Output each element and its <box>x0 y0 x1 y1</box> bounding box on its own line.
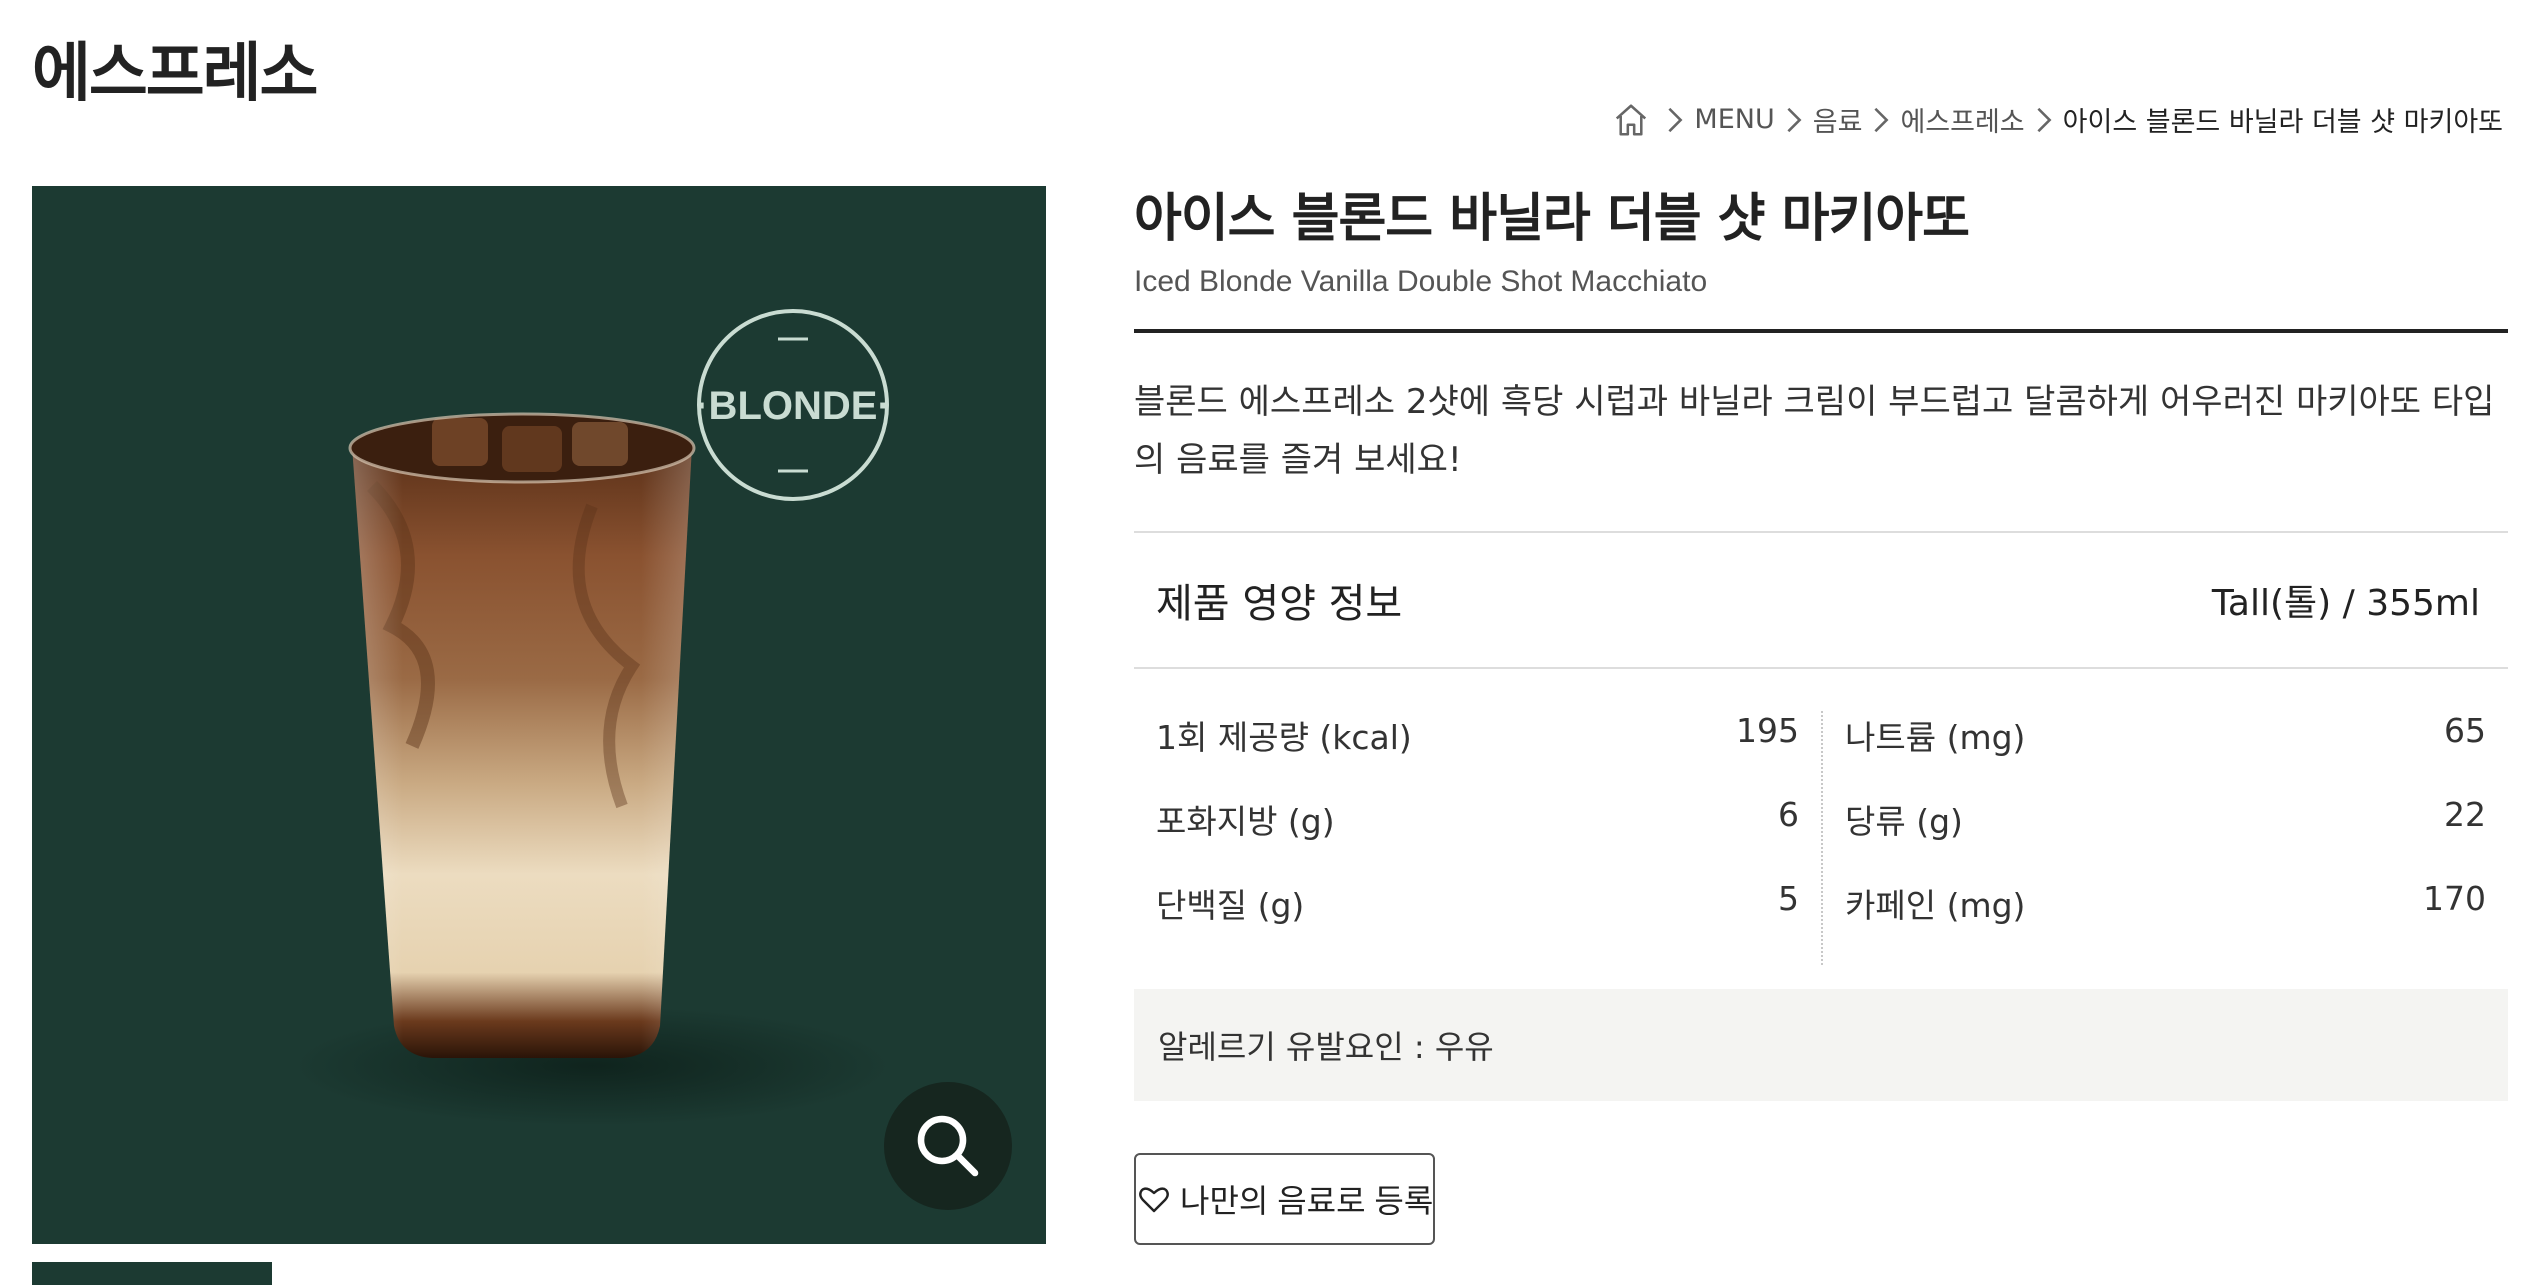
page-heading: 에스프레소 <box>32 37 318 111</box>
chevron-right-icon <box>1668 107 1683 132</box>
drink-illustration: ·BLONDE· <box>292 309 892 1126</box>
nutrition-value: 22 <box>2444 795 2486 834</box>
product-description: 블론드 에스프레소 2샷에 흑당 시럽과 바닐라 크림이 부드럽고 달콤하게 어… <box>1134 382 2495 480</box>
nutrition-value: 195 <box>1736 711 1799 750</box>
blonde-badge-text: ·BLONDE· <box>695 384 891 428</box>
nutrition-label: 포화지방 (g) <box>1156 802 1335 841</box>
nutrition-value: 5 <box>1778 879 1799 918</box>
nutrition-size: Tall(톨) / 355ml <box>2211 583 2480 624</box>
nutrition-label: 단백질 (g) <box>1156 886 1305 925</box>
nutrition-row: 단백질 (g) 5 <box>1156 879 1799 963</box>
zoom-button[interactable] <box>884 1082 1012 1210</box>
home-icon[interactable] <box>1612 101 1650 139</box>
breadcrumb-beverage[interactable]: 음료 <box>1813 100 1863 139</box>
nutrition-column-right: 나트륨 (mg) 65 당류 (g) 22 카페인 (mg) 170 <box>1821 711 2508 965</box>
product-info: 아이스 블론드 바닐라 더블 샷 마키아또 Iced Blonde Vanill… <box>1134 170 2508 1245</box>
nutrition-value: 65 <box>2444 711 2486 750</box>
nutrition-label: 나트륨 (mg) <box>1845 718 2026 757</box>
chevron-right-icon <box>1787 107 1802 132</box>
breadcrumb: MENU 음료 에스프레소 아이스 블론드 바닐라 더블 샷 마키아또 <box>1612 100 2503 139</box>
product-image: ·BLONDE· <box>32 186 1046 1244</box>
breadcrumb-menu[interactable]: MENU <box>1694 104 1774 135</box>
nutrition-label: 당류 (g) <box>1845 802 1963 841</box>
allergy-info: 알레르기 유발요인 : 우유 <box>1134 989 2508 1101</box>
nutrition-label: 1회 제공량 (kcal) <box>1156 718 1412 757</box>
nutrition-row: 당류 (g) 22 <box>1845 795 2486 879</box>
search-icon <box>917 1115 979 1177</box>
nutrition-row: 나트륨 (mg) 65 <box>1845 711 2486 795</box>
nutrition-value: 6 <box>1778 795 1799 834</box>
nutrition-value: 170 <box>2423 879 2486 918</box>
nutrition-label: 카페인 (mg) <box>1845 886 2026 925</box>
chevron-right-icon <box>1874 107 1889 132</box>
breadcrumb-current: 아이스 블론드 바닐라 더블 샷 마키아또 <box>2062 107 2503 138</box>
chevron-right-icon <box>2037 107 2052 132</box>
nutrition-title: 제품 영양 정보 <box>1156 581 1403 627</box>
nutrition-row: 카페인 (mg) 170 <box>1845 879 2486 963</box>
breadcrumb-espresso[interactable]: 에스프레소 <box>1900 100 2024 139</box>
add-favorite-label: 나만의 음료로 등록 <box>1180 1183 1434 1219</box>
nutrition-row: 1회 제공량 (kcal) 195 <box>1156 711 1799 795</box>
divider <box>1134 329 2508 333</box>
thumbnail-image[interactable] <box>32 1262 272 1285</box>
product-title-english: Iced Blonde Vanilla Double Shot Macchiat… <box>1134 265 1708 298</box>
add-favorite-button[interactable]: 나만의 음료로 등록 <box>1134 1153 1436 1245</box>
heart-icon <box>1139 1187 1169 1213</box>
product-title: 아이스 블론드 바닐라 더블 샷 마키아또 <box>1134 189 1970 249</box>
nutrition-header: 제품 영양 정보 Tall(톨) / 355ml <box>1134 533 2508 667</box>
nutrition-row: 포화지방 (g) 6 <box>1156 795 1799 879</box>
nutrition-column-left: 1회 제공량 (kcal) 195 포화지방 (g) 6 단백질 (g) 5 <box>1134 711 1821 965</box>
nutrition-table: 1회 제공량 (kcal) 195 포화지방 (g) 6 단백질 (g) 5 나… <box>1134 669 2508 965</box>
